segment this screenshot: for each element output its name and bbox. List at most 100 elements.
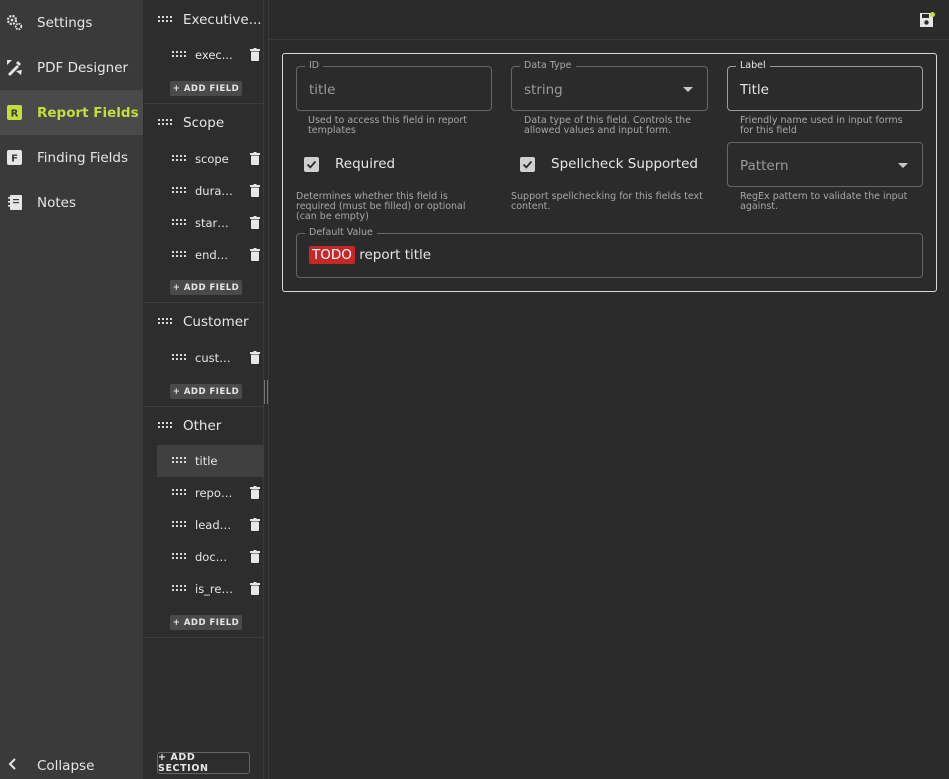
spellcheck-helper: Support spellchecking for this fields te… <box>511 191 703 212</box>
todo-badge: TODO <box>309 246 355 264</box>
spellcheck-checkbox[interactable]: Spellcheck Supported <box>520 156 698 172</box>
add-field-button[interactable]: + ADD FIELD <box>170 81 242 96</box>
list-item[interactable]: docu... <box>157 541 264 573</box>
field-name: durat... <box>195 184 233 198</box>
trash-icon[interactable] <box>250 582 260 595</box>
list-item[interactable]: repor... <box>157 477 264 509</box>
id-value: title <box>309 82 336 98</box>
drag-handle-icon[interactable] <box>172 155 186 163</box>
id-helper: Used to access this field in report temp… <box>308 115 467 136</box>
pattern-helper: RegEx pattern to validate the input agai… <box>740 191 908 212</box>
trash-icon[interactable] <box>250 184 260 197</box>
dropdown-arrow-icon <box>898 163 908 168</box>
add-field-button[interactable]: + ADD FIELD <box>170 280 242 295</box>
pattern-placeholder: Pattern <box>740 158 789 174</box>
section-header[interactable]: Other <box>144 408 264 444</box>
nav-item-label: Notes <box>37 194 76 211</box>
nav-item-label: Report Fields <box>37 104 139 121</box>
trash-icon[interactable] <box>250 351 260 364</box>
field-editor-card: ID title Used to access this field in re… <box>282 53 937 292</box>
field-name: custo... <box>195 351 233 365</box>
nav-item-label: Settings <box>37 14 93 31</box>
drag-handle-icon[interactable] <box>158 119 172 127</box>
label-value: Title <box>740 82 769 98</box>
label-helper: Friendly name used in input forms for th… <box>740 115 903 136</box>
list-item[interactable]: lead_... <box>157 509 264 541</box>
dropdown-arrow-icon <box>683 87 693 92</box>
trash-icon[interactable] <box>250 216 260 229</box>
section-header[interactable]: Scope <box>144 105 264 141</box>
pattern-select[interactable]: Pattern <box>727 142 923 187</box>
data-type-legend: Data Type <box>520 60 576 72</box>
drag-handle-icon[interactable] <box>172 354 186 362</box>
required-label: Required <box>335 156 396 172</box>
id-field[interactable]: ID title <box>296 60 492 111</box>
drag-handle-icon[interactable] <box>172 521 186 529</box>
nav-item-report-fields[interactable]: R Report Fields <box>0 90 143 135</box>
drag-handle-icon[interactable] <box>172 251 186 259</box>
section-header[interactable]: Customer <box>144 304 264 340</box>
drag-handle-icon[interactable] <box>158 318 172 326</box>
trash-icon[interactable] <box>250 152 260 165</box>
finding-fields-icon: F <box>6 149 23 166</box>
gears-icon <box>6 14 23 31</box>
drag-handle-icon[interactable] <box>172 585 186 593</box>
section-header[interactable]: Executive... <box>144 2 264 38</box>
required-checkbox[interactable]: Required <box>304 156 395 172</box>
list-item[interactable]: exec... <box>157 39 264 71</box>
trash-icon[interactable] <box>250 486 260 499</box>
field-name: repor... <box>195 486 233 500</box>
section-name: Scope <box>183 115 225 131</box>
drag-handle-icon[interactable] <box>172 553 186 561</box>
drag-handle-icon[interactable] <box>172 187 186 195</box>
add-section-button[interactable]: + ADD SECTION <box>157 752 250 774</box>
list-item[interactable]: scope <box>157 143 264 175</box>
save-icon[interactable] <box>919 12 935 28</box>
trash-icon[interactable] <box>250 518 260 531</box>
nav-item-settings[interactable]: Settings <box>0 0 143 45</box>
drag-handle-icon[interactable] <box>158 16 172 24</box>
field-name: lead_... <box>195 518 233 532</box>
drag-handle-icon[interactable] <box>172 457 186 465</box>
add-field-button[interactable]: + ADD FIELD <box>170 384 242 399</box>
default-value-field[interactable]: Default Value TODO report title <box>296 227 923 278</box>
checkbox-checked-icon[interactable] <box>520 156 535 172</box>
section-name: Other <box>183 418 222 434</box>
list-item[interactable]: is_ret... <box>157 573 264 605</box>
list-item[interactable]: durat... <box>157 175 264 207</box>
field-name: is_ret... <box>195 582 233 596</box>
field-name: end_... <box>195 248 233 262</box>
section-name: Executive... <box>183 12 262 28</box>
toolbar <box>269 0 949 40</box>
field-name: exec... <box>195 48 233 62</box>
trash-icon[interactable] <box>250 248 260 261</box>
fields-list: Executive... exec... + ADD FIELD Scope s… <box>144 0 264 779</box>
section-name: Customer <box>183 314 249 330</box>
drag-handle-icon[interactable] <box>172 51 186 59</box>
list-item[interactable]: custo... <box>157 342 264 374</box>
nav-item-pdf-designer[interactable]: PDF Designer <box>0 45 143 90</box>
add-field-button[interactable]: + ADD FIELD <box>170 615 242 630</box>
drag-handle-icon[interactable] <box>172 489 186 497</box>
list-item[interactable]: end_... <box>157 239 264 271</box>
nav-item-notes[interactable]: Notes <box>0 180 143 225</box>
drag-handle-icon[interactable] <box>172 219 186 227</box>
notes-icon <box>6 194 23 211</box>
label-field[interactable]: Label Title <box>727 60 923 111</box>
list-item[interactable]: title <box>157 445 264 477</box>
design-icon <box>6 59 23 76</box>
field-name: scope <box>195 152 229 166</box>
list-item[interactable]: start_... <box>157 207 264 239</box>
nav-item-finding-fields[interactable]: F Finding Fields <box>0 135 143 180</box>
data-type-select[interactable]: Data Type string <box>511 60 708 111</box>
divider <box>144 406 264 407</box>
collapse-button[interactable]: Collapse <box>0 753 143 779</box>
trash-icon[interactable] <box>250 48 260 61</box>
field-name: docu... <box>195 550 233 564</box>
trash-icon[interactable] <box>250 550 260 563</box>
drag-handle-icon[interactable] <box>158 422 172 430</box>
field-name: title <box>195 454 218 468</box>
nav-item-label: Finding Fields <box>37 149 129 166</box>
required-helper: Determines whether this field is require… <box>296 191 466 222</box>
checkbox-checked-icon[interactable] <box>304 156 319 172</box>
